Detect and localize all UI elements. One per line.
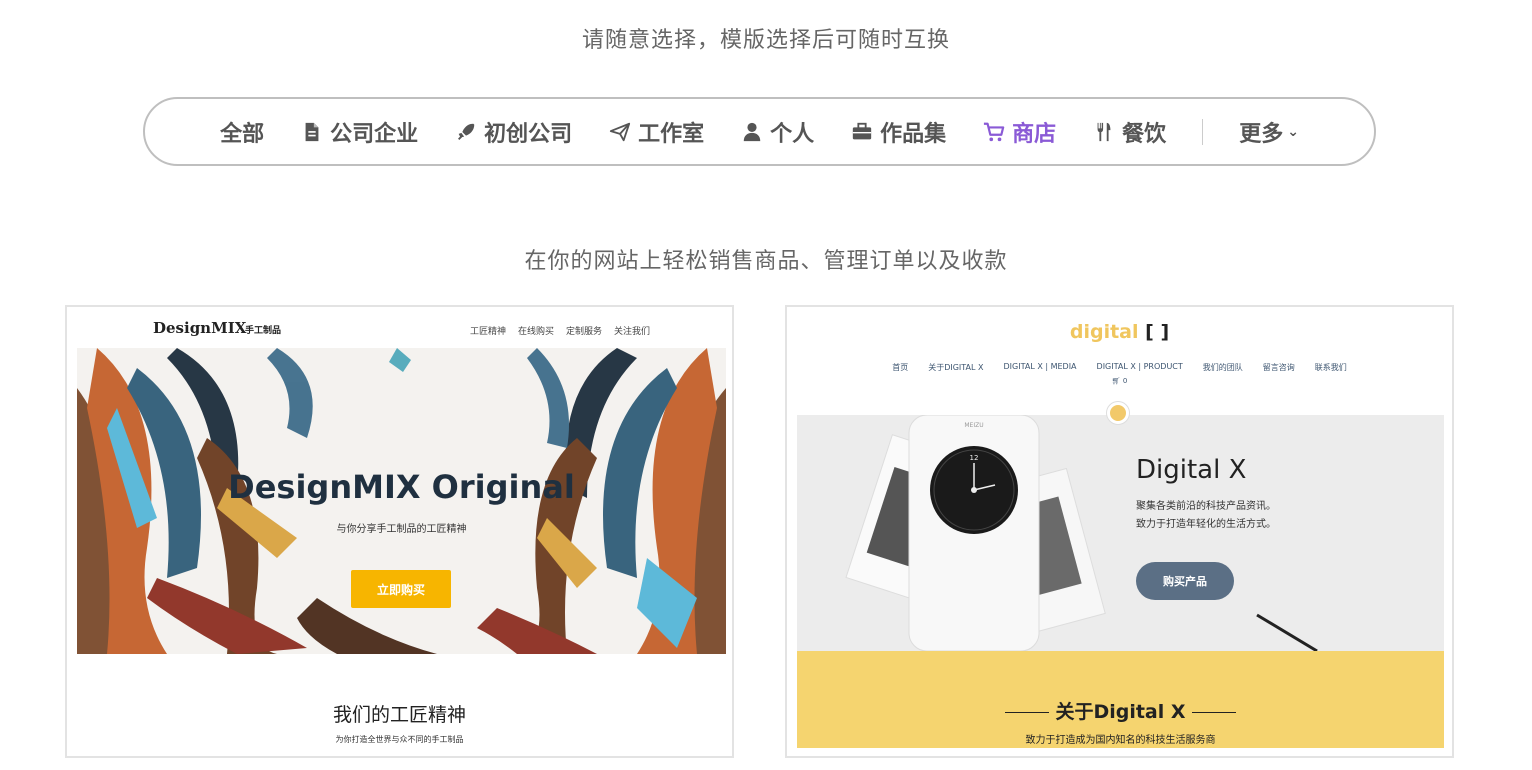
- digitalx-logo-brackets: [ ]: [1145, 321, 1170, 343]
- watch-face-number: 12: [970, 454, 979, 462]
- filter-startup[interactable]: 初创公司: [454, 116, 572, 148]
- designmix-section-title: 我们的工匠精神: [332, 704, 466, 726]
- digitalx-band-subtitle: 致力于打造成为国内知名的科技生活服务商: [1025, 735, 1216, 746]
- digitalx-nav-item: 联系我们: [1314, 363, 1347, 372]
- digitalx-hero-line1: 聚集各类前沿的科技产品资讯。: [1136, 501, 1276, 512]
- fork-knife-icon: [1092, 120, 1116, 144]
- designmix-buy-button[interactable]: 立即购买: [351, 570, 451, 608]
- filter-dining[interactable]: 餐饮: [1092, 116, 1166, 148]
- chevron-down-icon: ⌄: [1287, 123, 1299, 140]
- cart-icon: [982, 120, 1006, 144]
- paper-plane-icon: [608, 120, 632, 144]
- page-subtitle: 请随意选择，模版选择后可随时互换: [581, 28, 950, 53]
- filter-studio[interactable]: 工作室: [608, 116, 704, 148]
- user-icon: [740, 120, 764, 144]
- filter-personal[interactable]: 个人: [740, 116, 814, 148]
- filter-more-dropdown[interactable]: 更多 ⌄: [1239, 116, 1299, 148]
- digitalx-hero-title: Digital X: [1136, 455, 1247, 485]
- category-filter-bar: 全部 公司企业 初创公司 工作室 个人 作品集 商店 餐饮 更多 ⌄: [143, 97, 1376, 166]
- phone-brand: MEIZU: [964, 422, 983, 429]
- designmix-logo-sub: 手工制品: [245, 326, 282, 336]
- designmix-nav-item: 定制服务: [565, 327, 602, 337]
- filter-shop-label: 商店: [1012, 121, 1057, 147]
- filter-personal-label: 个人: [770, 121, 815, 147]
- digitalx-nav-item: DIGITAL X | PRODUCT: [1096, 362, 1183, 371]
- digitalx-cart-count: 0: [1122, 377, 1128, 385]
- designmix-nav-item: 关注我们: [613, 327, 650, 337]
- designmix-hero-title: DesignMIX Original: [228, 468, 575, 506]
- digitalx-nav-item: 留言咨询: [1262, 363, 1295, 372]
- digitalx-band-title-text: 关于Digital X: [1055, 701, 1186, 723]
- digitalx-band-title: 关于Digital X: [797, 697, 1444, 724]
- filter-company-label: 公司企业: [330, 121, 419, 147]
- filter-studio-label: 工作室: [638, 121, 705, 147]
- designmix-nav-item: 在线购买: [517, 327, 554, 337]
- designmix-nav: 工匠精神 在线购买 定制服务 关注我们: [470, 324, 650, 337]
- template-card-digitalx[interactable]: digital [ ] 首页 关于DIGITAL X DIGITAL X | M…: [785, 305, 1454, 758]
- digitalx-cart: 🛒︎ 0: [787, 377, 1452, 385]
- digitalx-slider-dot: [1107, 402, 1129, 424]
- filter-all-label: 全部: [220, 121, 265, 147]
- filter-company[interactable]: 公司企业: [300, 116, 418, 148]
- document-icon: [300, 120, 324, 144]
- digitalx-nav: 首页 关于DIGITAL X DIGITAL X | MEDIA DIGITAL…: [787, 362, 1452, 373]
- template-card-designmix[interactable]: DesignMIX 手工制品 工匠精神 在线购买 定制服务 关注我们 Desig…: [65, 305, 734, 758]
- filter-portfolio-label: 作品集: [880, 121, 947, 147]
- designmix-hero-subtitle: 与你分享手工制品的工匠精神: [336, 524, 467, 535]
- filter-divider: [1202, 118, 1204, 145]
- designmix-hero: DesignMIX Original 与你分享手工制品的工匠精神 立即购买: [77, 348, 726, 654]
- digitalx-hero: 12 MEIZU Digital X 聚集各类前沿的科技产品资讯。 致力于打造年…: [797, 415, 1444, 651]
- digitalx-buy-button[interactable]: 购买产品: [1136, 562, 1234, 600]
- digitalx-nav-item: 我们的团队: [1202, 363, 1243, 372]
- rocket-icon: [454, 120, 478, 144]
- filter-more-label: 更多: [1239, 121, 1284, 147]
- section-subtitle: 在你的网站上轻松销售商品、管理订单以及收款: [524, 249, 1008, 274]
- filter-all[interactable]: 全部: [220, 116, 264, 148]
- cart-icon: 🛒︎: [1111, 377, 1121, 385]
- digitalx-logo: digital [ ]: [787, 321, 1452, 343]
- filter-portfolio[interactable]: 作品集: [850, 116, 946, 148]
- divider-line: [1005, 712, 1050, 713]
- digitalx-logo-text: digital: [1069, 321, 1139, 343]
- filter-startup-label: 初创公司: [484, 121, 573, 147]
- digitalx-nav-item: 关于DIGITAL X: [928, 363, 984, 372]
- designmix-header: DesignMIX 手工制品 工匠精神 在线购买 定制服务 关注我们: [67, 319, 732, 345]
- phone-photo-illustration: 12 MEIZU: [797, 415, 1444, 651]
- designmix-logo: DesignMIX: [153, 319, 247, 337]
- briefcase-icon: [850, 120, 874, 144]
- digitalx-hero-line2: 致力于打造年轻化的生活方式。: [1136, 519, 1276, 530]
- filter-dining-label: 餐饮: [1122, 121, 1167, 147]
- filter-shop[interactable]: 商店: [982, 116, 1056, 148]
- digitalx-nav-item: 首页: [892, 363, 909, 372]
- digitalx-about-band: 关于Digital X 致力于打造成为国内知名的科技生活服务商: [797, 651, 1444, 748]
- designmix-nav-item: 工匠精神: [469, 327, 506, 337]
- digitalx-nav-item: DIGITAL X | MEDIA: [1003, 362, 1077, 371]
- divider-line: [1191, 712, 1236, 713]
- designmix-section-subtitle: 为你打造全世界与众不同的手工制品: [335, 735, 464, 744]
